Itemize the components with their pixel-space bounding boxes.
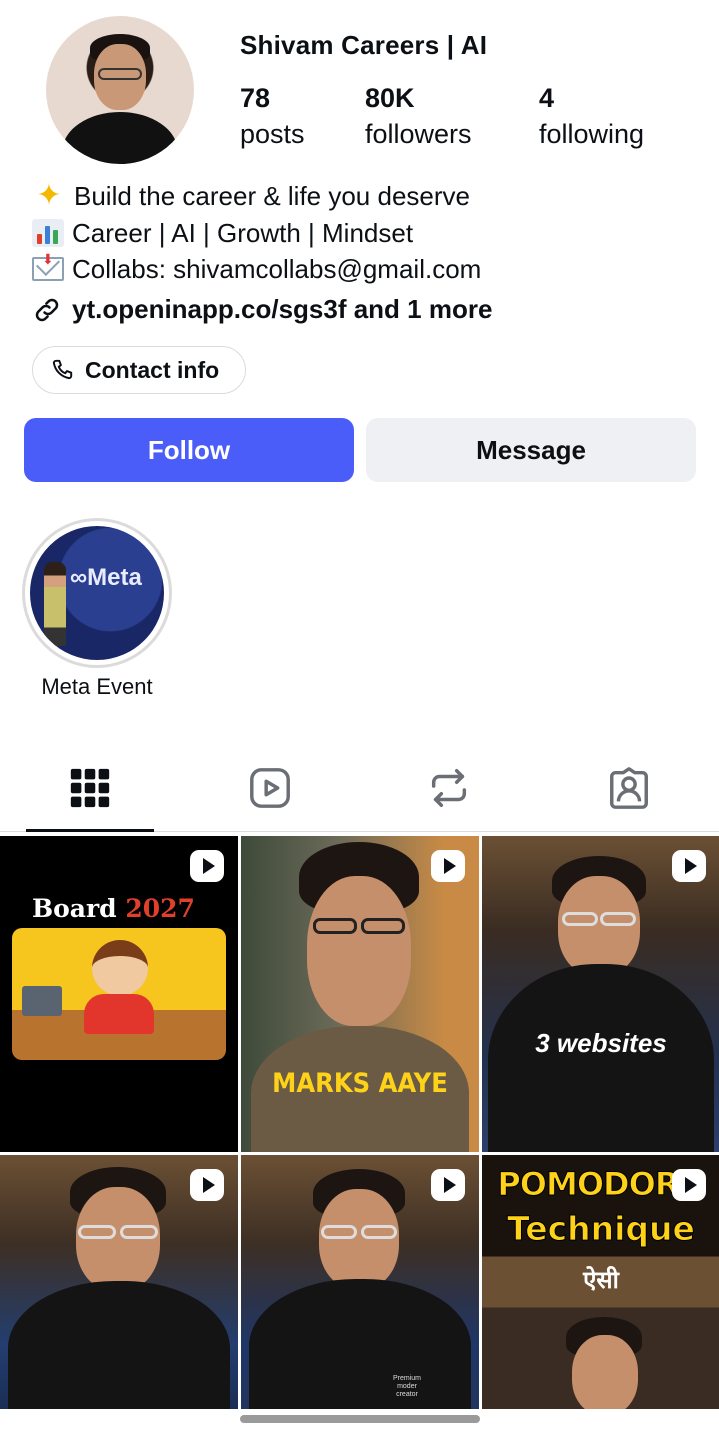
message-button[interactable]: Message	[366, 418, 696, 482]
illustration-boy	[92, 940, 148, 996]
reel-icon	[190, 850, 224, 882]
stat-posts[interactable]: 78 posts	[240, 82, 305, 154]
person-face	[558, 876, 640, 976]
person-face	[76, 1187, 160, 1291]
incoming-envelope-icon	[32, 241, 64, 282]
person-face	[572, 1335, 638, 1409]
stat-posts-label: posts	[240, 119, 305, 149]
reel-icon	[672, 850, 706, 882]
reels-icon	[249, 767, 290, 808]
post-caption: 3 websites	[535, 1028, 667, 1058]
profile-name: Shivam Careers | AI	[240, 30, 488, 60]
post-thumbnail[interactable]	[0, 1155, 238, 1409]
person-face	[319, 1189, 399, 1289]
follow-button[interactable]: Follow	[24, 418, 354, 482]
post-thumbnail[interactable]: MARKS AAYE	[241, 836, 479, 1152]
bio-link[interactable]: yt.openinapp.co/sgs3f and 1 more	[32, 294, 492, 325]
bio-link-text: yt.openinapp.co/sgs3f and 1 more	[72, 294, 493, 324]
bio-line: ✦ Build the career & life you deserve	[32, 178, 481, 215]
avatar-glasses	[98, 68, 142, 80]
person-face	[307, 876, 411, 1026]
post-thumbnail[interactable]: Board 2027	[0, 836, 238, 1152]
person-hoodie	[249, 1279, 471, 1409]
bio-text: Career | AI | Growth | Mindset	[72, 217, 414, 248]
illustration-laptop	[22, 986, 62, 1016]
post-thumbnail[interactable]: Premium moder creator	[241, 1155, 479, 1409]
post-caption-line3: ऐसी	[583, 1267, 619, 1294]
shirt-print: Premium moder creator	[392, 1375, 421, 1398]
link-icon	[35, 298, 59, 321]
post-thumbnail[interactable]: POMODORO Technique ऐसी	[482, 1155, 719, 1409]
person-glasses	[321, 1225, 357, 1239]
tab-reposts[interactable]	[360, 744, 540, 831]
stat-followers-count: 80K	[365, 83, 415, 113]
person-glasses	[361, 918, 405, 934]
stat-posts-count: 78	[240, 83, 271, 113]
stat-following[interactable]: 4 following	[539, 82, 644, 154]
tab-tagged[interactable]	[539, 744, 719, 831]
contact-info-label: Contact info	[85, 356, 220, 383]
grid-icon	[70, 768, 110, 807]
profile-tabs	[0, 744, 719, 832]
phone-icon	[52, 359, 73, 380]
bio-line: Collabs: shivamcollabs@gmail.com	[32, 241, 482, 288]
reel-icon	[672, 1169, 706, 1201]
reel-icon	[431, 1169, 465, 1201]
bio-line: Career | AI | Growth | Mindset	[32, 215, 481, 252]
tab-reels[interactable]	[180, 744, 360, 831]
person-glasses	[600, 912, 636, 926]
profile-avatar[interactable]	[46, 16, 194, 164]
tab-posts-grid[interactable]	[0, 744, 180, 832]
profile-bio: ✦ Build the career & life you deserve Ca…	[32, 178, 481, 288]
stat-followers-label: followers	[365, 119, 472, 149]
reel-icon	[431, 850, 465, 882]
person-glasses	[313, 918, 357, 934]
person-hoodie	[8, 1281, 230, 1409]
stat-followers[interactable]: 80K followers	[365, 82, 472, 154]
home-indicator[interactable]	[240, 1415, 480, 1423]
post-caption: MARKS AAYE	[272, 1068, 448, 1099]
highlight-person	[44, 562, 66, 646]
post-caption: Board 2027	[32, 894, 195, 923]
post-caption-line2: Technique	[507, 1209, 696, 1249]
bio-text: Collabs: shivamcollabs@gmail.com	[72, 254, 482, 284]
highlight-cover: ∞Meta	[30, 526, 164, 660]
contact-info-button[interactable]: Contact info	[32, 346, 246, 394]
reel-icon	[190, 1169, 224, 1201]
person-glasses	[562, 912, 598, 926]
tagged-person-icon	[610, 766, 649, 809]
repost-icon	[432, 768, 467, 807]
post-thumbnail[interactable]: 3 websites	[482, 836, 719, 1152]
illustration-shirt	[84, 994, 154, 1034]
highlight-cover-text: ∞Meta	[70, 564, 142, 591]
avatar-shirt	[62, 112, 178, 164]
posts-grid: Board 2027 MARKS AAYE 3 websites Premium…	[0, 836, 719, 1409]
person-glasses	[361, 1225, 397, 1239]
sparkle-star-icon: ✦	[36, 179, 62, 212]
story-highlight-meta-event[interactable]: ∞Meta	[22, 518, 172, 668]
stat-following-count: 4	[539, 83, 555, 113]
stat-following-label: following	[539, 119, 645, 149]
highlight-label[interactable]: Meta Event	[22, 674, 172, 700]
person-glasses	[78, 1225, 116, 1239]
person-glasses	[120, 1225, 158, 1239]
bio-text: Build the career & life you deserve	[74, 181, 470, 211]
